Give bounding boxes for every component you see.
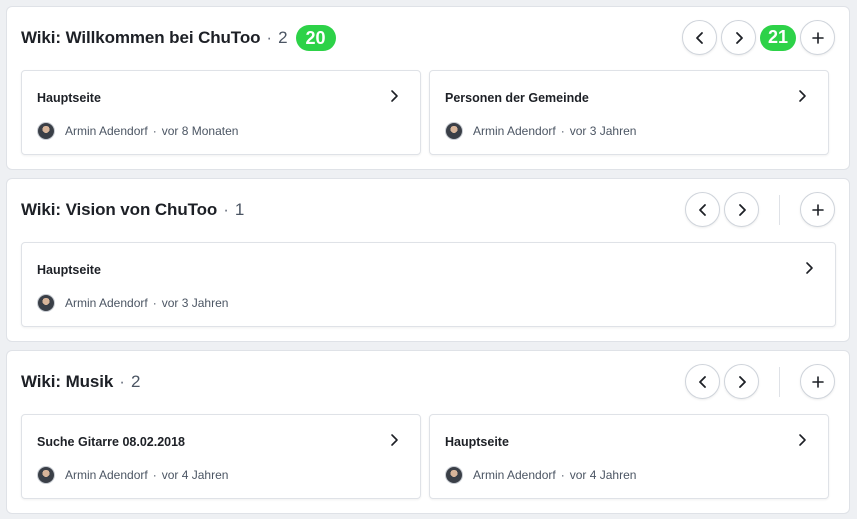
prev-button[interactable] [682,20,717,55]
add-button[interactable] [800,364,835,399]
add-button[interactable] [800,192,835,227]
user-avatar [37,122,55,140]
section-count: 2 [278,28,288,47]
separator-dot: · [119,372,125,391]
card-title: Hauptseite [37,91,101,105]
next-button[interactable] [724,192,759,227]
chevron-right-icon [738,203,746,216]
card-meta: Armin Adendorf · vor 3 Jahren [445,122,636,140]
wiki-section-willkommen: Wiki: Willkommen bei ChuToo · 2 20 21 Ha… [6,6,850,170]
wiki-card[interactable]: Suche Gitarre 08.02.2018 Armin Adendorf … [21,414,421,499]
card-title: Hauptseite [37,263,101,277]
author-name: Armin Adendorf [65,124,148,138]
timestamp: vor 3 Jahren [569,124,637,138]
section-count: 1 [234,200,245,219]
timestamp: vor 4 Jahren [569,468,637,482]
plus-icon [811,375,824,388]
timestamp: vor 4 Jahren [161,468,229,482]
card-meta: Armin Adendorf · vor 4 Jahren [37,466,228,484]
section-count: 2 [130,372,141,391]
user-avatar [37,294,55,312]
meta-separator: · [152,468,157,482]
prev-button[interactable] [685,192,720,227]
section-controls [685,192,835,227]
section-header: Wiki: Willkommen bei ChuToo · 2 20 21 [21,7,835,69]
card-meta: Armin Adendorf · vor 3 Jahren [37,294,228,312]
card-title: Suche Gitarre 08.02.2018 [37,435,186,449]
timestamp: vor 8 Monaten [161,124,239,138]
meta-separator: · [152,124,157,138]
section-title[interactable]: Wiki: Vision von ChuToo [21,200,217,220]
section-title[interactable]: Wiki: Musik [21,372,113,392]
author-name: Armin Adendorf [473,468,556,482]
meta-separator: · [560,124,565,138]
meta-separator: · [560,468,565,482]
chevron-right-icon [806,262,813,274]
wiki-card[interactable]: Hauptseite Armin Adendorf · vor 8 Monate… [21,70,421,155]
chevron-right-icon [799,90,806,102]
section-header: Wiki: Musik · 2 [21,351,835,413]
chevron-right-icon [391,90,398,102]
wiki-section-musik: Wiki: Musik · 2 Suche Gitarre 08.02.2018… [6,350,850,514]
controls-divider [779,194,780,225]
chevron-left-icon [698,375,706,388]
wiki-section-vision: Wiki: Vision von ChuToo · 1 Hauptseite A… [6,178,850,342]
chevron-left-icon [695,31,703,44]
prev-button[interactable] [685,364,720,399]
count-badge: 20 [295,25,336,51]
section-title[interactable]: Wiki: Willkommen bei ChuToo [21,28,261,48]
wiki-card[interactable]: Hauptseite Armin Adendorf · vor 4 Jahren [429,414,829,499]
section-controls: 21 [682,20,835,55]
user-avatar [37,466,55,484]
next-button[interactable] [721,20,756,55]
user-avatar [445,466,463,484]
card-title: Personen der Gemeinde [445,91,589,105]
controls-count-badge: 21 [760,24,796,51]
wiki-card[interactable]: Personen der Gemeinde Armin Adendorf · v… [429,70,829,155]
card-meta: Armin Adendorf · vor 8 Monaten [37,122,238,140]
meta-separator: · [152,296,157,310]
user-avatar [445,122,463,140]
plus-icon [811,31,824,44]
card-title: Hauptseite [445,435,509,449]
separator-dot: · [223,200,229,219]
section-controls [685,364,835,399]
next-button[interactable] [724,364,759,399]
timestamp: vor 3 Jahren [161,296,229,310]
chevron-right-icon [391,434,398,446]
controls-divider [779,366,780,397]
card-meta: Armin Adendorf · vor 4 Jahren [445,466,636,484]
chevron-right-icon [799,434,806,446]
chevron-right-icon [738,375,746,388]
chevron-right-icon [735,31,743,44]
author-name: Armin Adendorf [65,468,148,482]
chevron-left-icon [698,203,706,216]
plus-icon [811,203,824,216]
section-header: Wiki: Vision von ChuToo · 1 [21,179,835,241]
author-name: Armin Adendorf [473,124,556,138]
wiki-card[interactable]: Hauptseite Armin Adendorf · vor 3 Jahren [21,242,836,327]
author-name: Armin Adendorf [65,296,148,310]
separator-dot: · [266,28,273,47]
add-button[interactable] [800,20,835,55]
